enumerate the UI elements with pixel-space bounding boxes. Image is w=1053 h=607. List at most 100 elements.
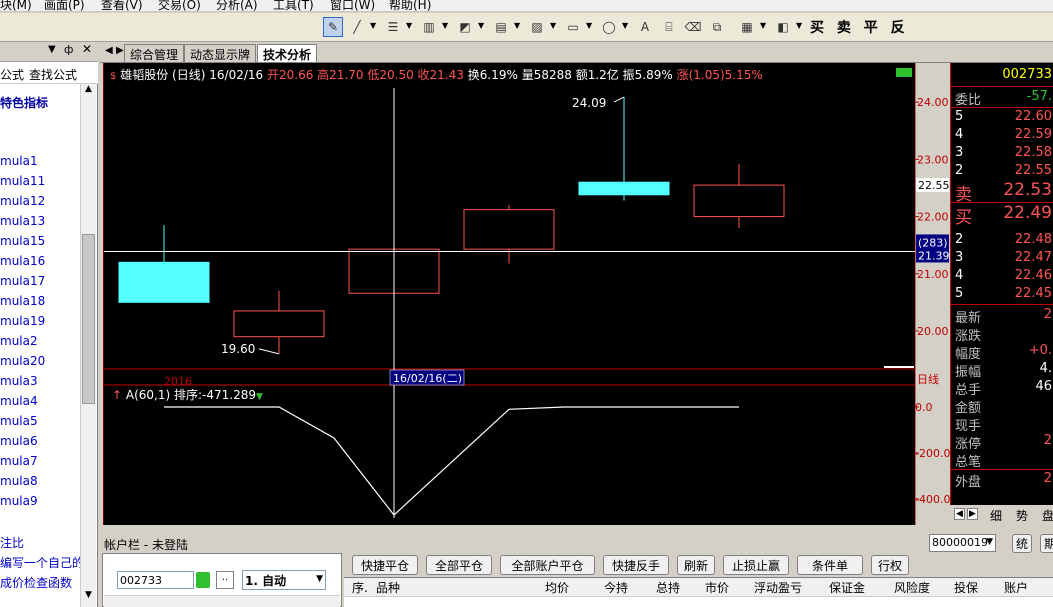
formula-item[interactable]: mula7 bbox=[0, 454, 38, 468]
column-header[interactable]: 风险度 bbox=[894, 579, 930, 596]
scroll-up-icon[interactable]: ▲ bbox=[82, 84, 95, 98]
column-header[interactable]: 均价 bbox=[545, 579, 569, 596]
tab-overview[interactable]: 综合管理 bbox=[124, 44, 185, 62]
dropdown-arrow-icon[interactable]: ▼ bbox=[514, 21, 520, 30]
scroll-down-icon[interactable]: ▼ bbox=[82, 590, 95, 604]
formula-item[interactable]: mula6 bbox=[0, 434, 38, 448]
period-button[interactable]: 期 bbox=[1040, 534, 1053, 553]
formula-item[interactable]: mula9 bbox=[0, 494, 38, 508]
more-button[interactable]: .. bbox=[216, 571, 234, 589]
menu-item-trade[interactable]: 交易(O) bbox=[158, 0, 201, 11]
column-header[interactable]: 浮动盈亏 bbox=[754, 579, 802, 596]
dropdown-arrow-icon[interactable]: ▼ bbox=[622, 21, 628, 30]
tab-dynamic-board[interactable]: 动态显示牌 bbox=[184, 44, 257, 62]
formula-item[interactable]: mula13 bbox=[0, 214, 45, 228]
column-header[interactable]: 账户 bbox=[1004, 579, 1028, 596]
column-header[interactable]: 品种 bbox=[376, 579, 400, 596]
menu-item-view[interactable]: 查看(V) bbox=[101, 0, 143, 11]
menu-item-analysis[interactable]: 分析(A) bbox=[216, 0, 258, 11]
formula-item[interactable]: mula8 bbox=[0, 474, 38, 488]
text-tool-icon[interactable]: A bbox=[635, 17, 655, 37]
channel-tool-icon[interactable]: ☰ bbox=[383, 17, 403, 37]
close-icon[interactable]: ✕ bbox=[82, 42, 92, 56]
dropdown-arrow-icon[interactable]: ▼ bbox=[586, 21, 592, 30]
column-header[interactable]: 今持 bbox=[604, 579, 628, 596]
fan-tool-icon[interactable]: ◩ bbox=[455, 17, 475, 37]
chart-panel[interactable]: $ 雄韬股份 (日线) 16/02/16 开20.66 高21.70 低20.5… bbox=[103, 63, 915, 525]
rectangle-tool-icon[interactable]: ▭ bbox=[563, 17, 583, 37]
candlestick-chart[interactable]: 24.0919.602016 16/02/16(二) bbox=[104, 63, 915, 525]
dropdown-arrow-icon[interactable]: ▼ bbox=[478, 21, 484, 30]
formula-group-heading[interactable]: 特色指标 bbox=[0, 94, 48, 111]
lock-icon[interactable] bbox=[196, 572, 210, 588]
color-tool-icon[interactable]: ▦ bbox=[737, 17, 757, 37]
formula-item[interactable]: mula20 bbox=[0, 354, 45, 368]
chevron-left-icon[interactable]: ◀ bbox=[105, 45, 113, 56]
column-header[interactable]: 投保 bbox=[954, 579, 978, 596]
column-header[interactable]: 总持 bbox=[656, 579, 680, 596]
mode-select[interactable]: 1. 自动 ▼ bbox=[242, 570, 326, 590]
line-tool-icon[interactable]: ╱ bbox=[347, 17, 367, 37]
formula-item[interactable]: mula2 bbox=[0, 334, 38, 348]
formula-item[interactable]: mula16 bbox=[0, 254, 45, 268]
formula-item[interactable]: mula18 bbox=[0, 294, 45, 308]
copy-tool-icon[interactable]: ⧉ bbox=[707, 17, 727, 37]
pattern-tool-icon[interactable]: ▨ bbox=[527, 17, 547, 37]
formula-item[interactable]: mula15 bbox=[0, 234, 45, 248]
gann-tool-icon[interactable]: ▥ bbox=[419, 17, 439, 37]
dropdown-arrow-icon[interactable]: ▼ bbox=[370, 21, 376, 30]
dropdown-arrow-icon[interactable]: ▼ bbox=[406, 21, 412, 30]
formula-item[interactable]: 成价检查函数 bbox=[0, 574, 72, 591]
formula-item[interactable]: mula11 bbox=[0, 174, 45, 188]
code-input[interactable]: 002733 bbox=[117, 571, 194, 589]
quick-close-button[interactable]: 快捷平仓 bbox=[352, 555, 418, 575]
formula-item[interactable]: mula19 bbox=[0, 314, 45, 328]
formula-item[interactable]: mula5 bbox=[0, 414, 38, 428]
dropdown-arrow-icon[interactable]: ▼ bbox=[48, 44, 56, 55]
account-select[interactable]: 80000019 ▼ bbox=[929, 534, 996, 552]
menu-item-tools[interactable]: 工具(T) bbox=[273, 0, 314, 11]
tab-technical-analysis[interactable]: 技术分析 bbox=[257, 44, 318, 62]
tab-formula[interactable]: 公式 bbox=[0, 66, 24, 83]
chevron-right-icon[interactable]: ▶ bbox=[967, 508, 978, 520]
dropdown-arrow-icon[interactable]: ▼ bbox=[796, 21, 802, 30]
exercise-button[interactable]: 行权 bbox=[871, 555, 909, 575]
dropdown-arrow-icon[interactable]: ▼ bbox=[442, 21, 448, 30]
refresh-button[interactable]: 刷新 bbox=[677, 555, 715, 575]
tab-find-formula[interactable]: 查找公式 bbox=[29, 66, 77, 83]
chevron-left-icon[interactable]: ◀ bbox=[954, 508, 965, 520]
horizontal-scrollbar[interactable] bbox=[104, 595, 340, 607]
dropdown-arrow-icon[interactable]: ▼ bbox=[550, 21, 556, 30]
formula-item[interactable]: mula17 bbox=[0, 274, 45, 288]
menu-item-block[interactable]: 块(M) bbox=[0, 0, 32, 11]
quick-reverse-button[interactable]: 快捷反手 bbox=[603, 555, 669, 575]
ellipse-tool-icon[interactable]: ◯ bbox=[599, 17, 619, 37]
column-header[interactable]: 序. bbox=[352, 579, 368, 596]
stop-loss-profit-button[interactable]: 止损止赢 bbox=[723, 555, 789, 575]
pencil-icon[interactable]: ✎ bbox=[323, 17, 343, 37]
formula-item[interactable]: 注比 bbox=[0, 534, 24, 551]
formula-item[interactable]: mula12 bbox=[0, 194, 45, 208]
column-header[interactable]: 保证金 bbox=[829, 579, 865, 596]
close-all-accounts-button[interactable]: 全部账户平仓 bbox=[500, 555, 595, 575]
eraser-tool-icon[interactable]: ⌫ bbox=[683, 17, 703, 37]
tab-book[interactable]: 盘 bbox=[1042, 507, 1053, 524]
formula-item[interactable]: 编写一个自己的: bbox=[0, 554, 80, 571]
menu-item-help[interactable]: 帮助(H) bbox=[389, 0, 431, 11]
trade-shortcut-buttons[interactable]: 买 卖 平 反 bbox=[810, 17, 909, 37]
formula-scrollbar[interactable]: ▲ ▼ bbox=[80, 84, 96, 607]
dropdown-arrow-icon[interactable]: ▼ bbox=[760, 21, 766, 30]
scroll-thumb[interactable] bbox=[82, 234, 95, 404]
fib-tool-icon[interactable]: ▤ bbox=[491, 17, 511, 37]
tab-detail[interactable]: 细 bbox=[990, 507, 1002, 524]
formula-item[interactable]: mula1 bbox=[0, 154, 38, 168]
tab-trend[interactable]: 势 bbox=[1016, 507, 1028, 524]
formula-item[interactable]: mula3 bbox=[0, 374, 38, 388]
menu-item-window[interactable]: 窗口(W) bbox=[330, 0, 375, 11]
stats-button[interactable]: 统 bbox=[1012, 534, 1033, 553]
column-header[interactable]: 市价 bbox=[705, 579, 729, 596]
close-all-button[interactable]: 全部平仓 bbox=[426, 555, 492, 575]
conditional-order-button[interactable]: 条件单 bbox=[797, 555, 863, 575]
chevron-right-icon[interactable]: ▶ bbox=[116, 45, 124, 56]
style-tool-icon[interactable]: ◧ bbox=[773, 17, 793, 37]
